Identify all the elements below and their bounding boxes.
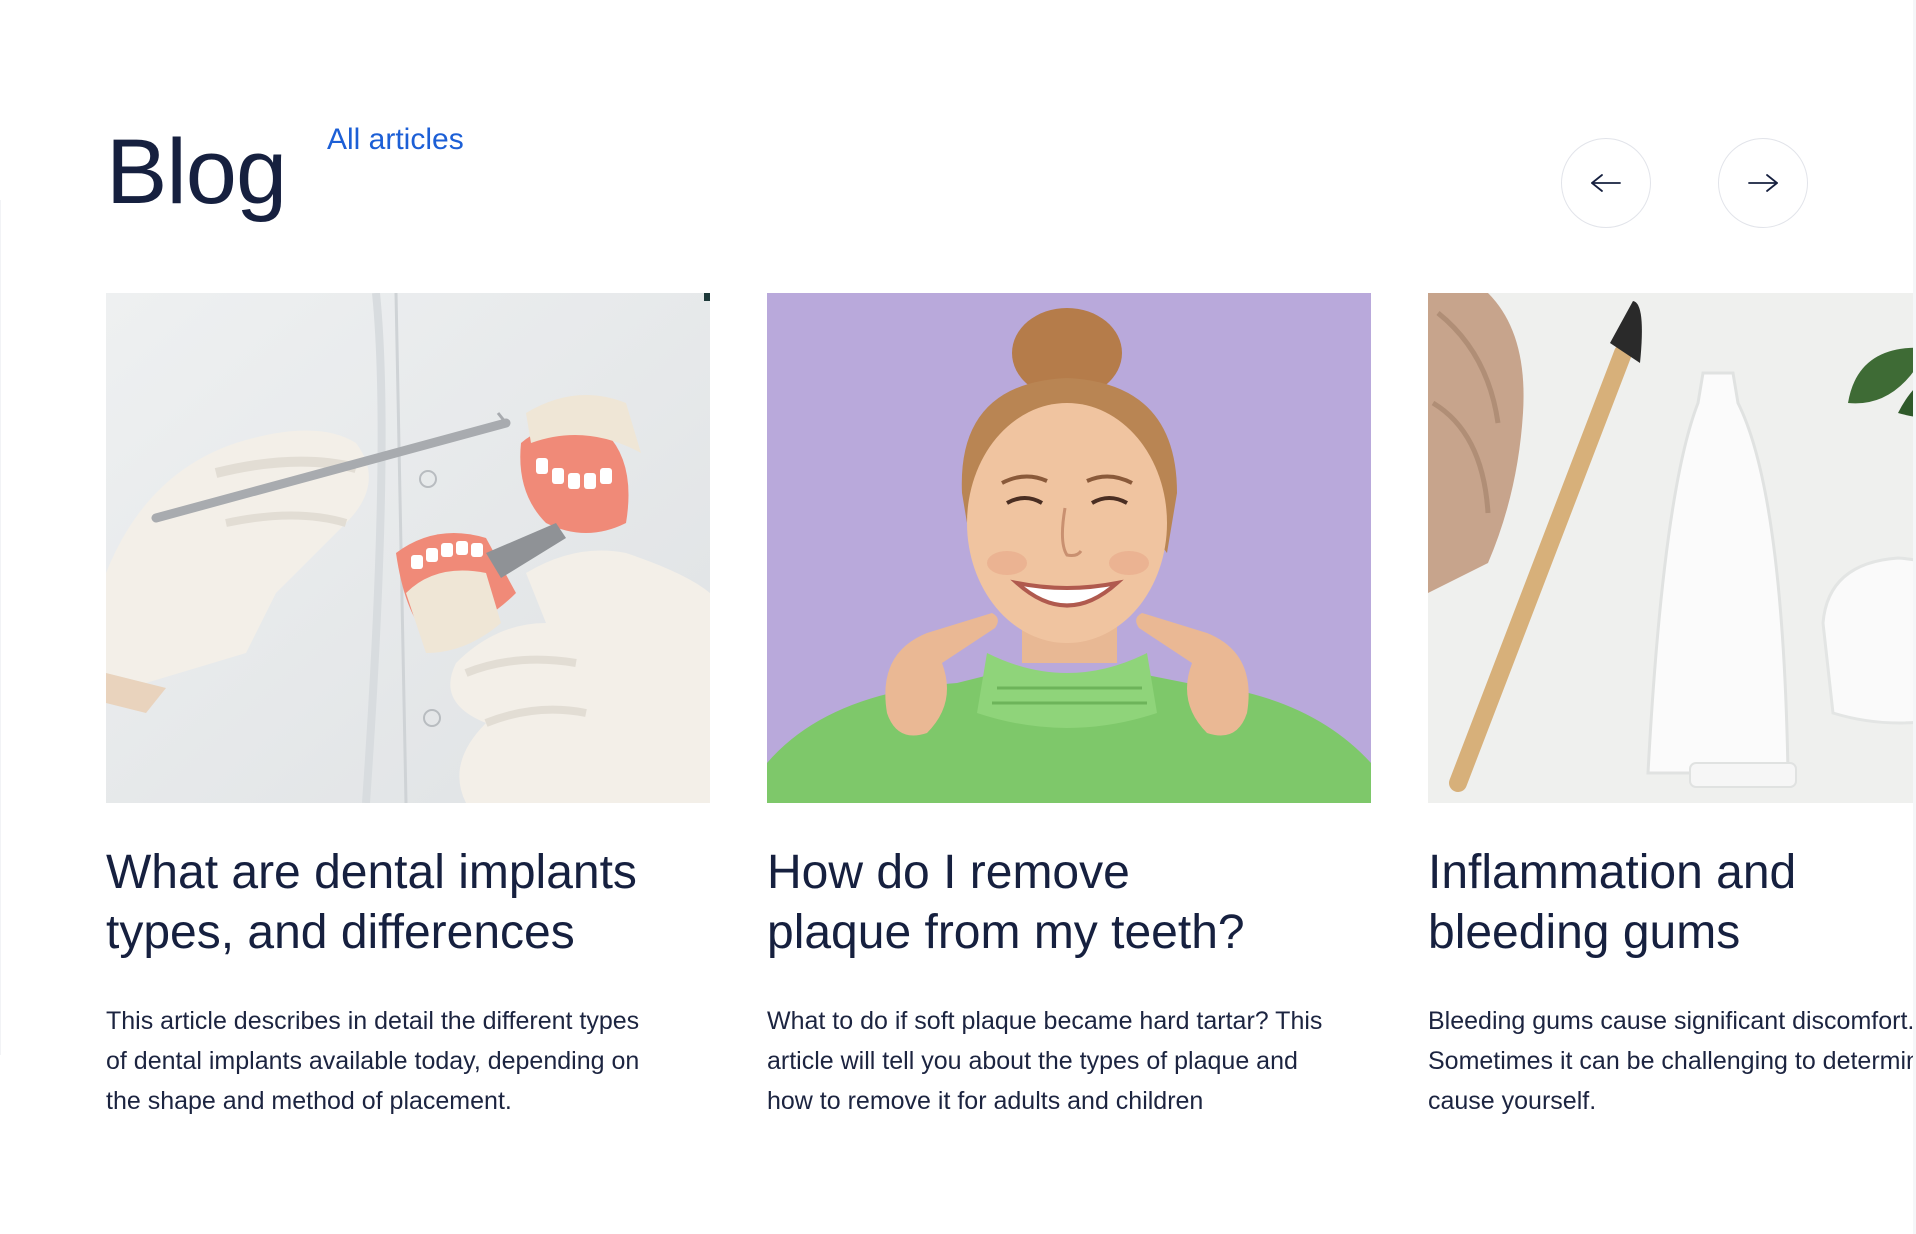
- article-description-line: of dental implants available today, depe…: [106, 1047, 640, 1075]
- article-card[interactable]: How do I remove plaque from my teeth? Wh…: [767, 293, 1371, 1121]
- article-title-line: types, and differences: [106, 906, 575, 959]
- article-title-line: bleeding gums: [1428, 906, 1741, 959]
- article-description: Bleeding gums cause significant discomfo…: [1428, 1001, 1916, 1121]
- article-title[interactable]: Inflammation and bleeding gums: [1428, 843, 1916, 963]
- article-title[interactable]: What are dental implants types, and diff…: [106, 843, 710, 963]
- article-description-line: This article describes in detail the dif…: [106, 1007, 640, 1035]
- article-description-line: Bleeding gums cause significant discomfo…: [1428, 1007, 1915, 1035]
- article-description-line: how to remove it for adults and children: [767, 1087, 1204, 1115]
- article-card[interactable]: What are dental implants types, and diff…: [106, 293, 710, 1121]
- articles-carousel: What are dental implants types, and diff…: [106, 293, 1916, 1193]
- article-description-line: Sometimes it can be challenging to deter…: [1428, 1047, 1916, 1075]
- article-description-line: article will tell you about the types of…: [767, 1047, 1298, 1075]
- toothbrush-toothpaste-illustration: [1428, 293, 1916, 803]
- article-description: What to do if soft plaque became hard ta…: [767, 1001, 1371, 1121]
- article-description: This article describes in detail the dif…: [106, 1001, 710, 1121]
- article-image[interactable]: [767, 293, 1371, 803]
- article-image[interactable]: [106, 293, 710, 803]
- all-articles-link[interactable]: All articles: [327, 125, 464, 155]
- article-description-line: the shape and method of placement.: [106, 1087, 512, 1115]
- article-description-line: cause yourself.: [1428, 1087, 1597, 1115]
- article-title-line: Inflammation and: [1428, 846, 1797, 899]
- article-image[interactable]: [1428, 293, 1916, 803]
- arrow-left-icon: [1591, 174, 1621, 192]
- section-title: Blog: [106, 121, 287, 223]
- article-description-line: What to do if soft plaque became hard ta…: [767, 1007, 1323, 1035]
- smiling-woman-illustration: [767, 293, 1371, 803]
- carousel-next-button[interactable]: [1718, 138, 1808, 228]
- article-title-line: plaque from my teeth?: [767, 906, 1245, 959]
- blog-section: Blog All articles What are dental implan…: [0, 0, 1916, 1234]
- carousel-prev-button[interactable]: [1561, 138, 1651, 228]
- article-card[interactable]: Inflammation and bleeding gums Bleeding …: [1428, 293, 1916, 1121]
- article-title-line: What are dental implants: [106, 846, 637, 899]
- arrow-right-icon: [1748, 174, 1778, 192]
- article-title[interactable]: How do I remove plaque from my teeth?: [767, 843, 1371, 963]
- article-title-line: How do I remove: [767, 846, 1130, 899]
- dentist-denture-illustration: [106, 293, 710, 803]
